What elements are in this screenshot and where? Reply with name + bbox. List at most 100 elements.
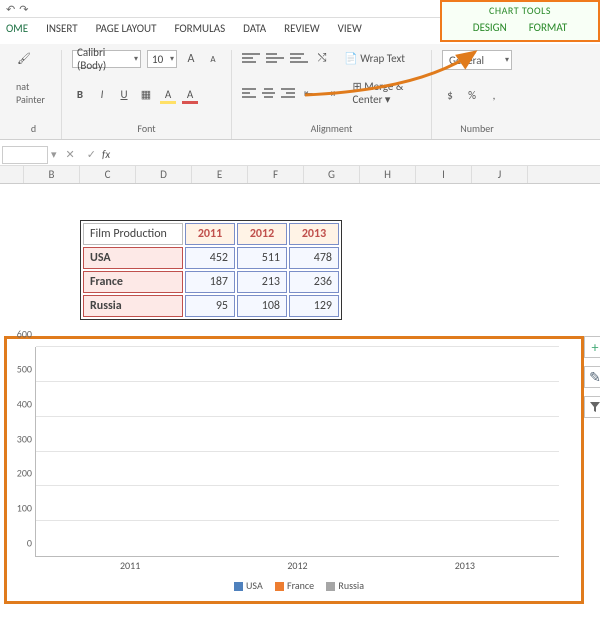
align-middle-icon[interactable] (266, 51, 284, 65)
increase-indent-icon[interactable]: ⇥ (323, 85, 339, 101)
cell-russia-2013[interactable]: 129 (289, 295, 339, 317)
undo-icon[interactable]: ↶ (6, 3, 15, 16)
orientation-icon[interactable]: ⤭ (314, 50, 330, 66)
chart-elements-button[interactable]: + (584, 336, 600, 358)
format-painter-icon[interactable]: 🖌 (16, 50, 32, 66)
table-row: USA 452 511 478 (83, 247, 339, 269)
enter-formula-icon[interactable]: ✓ (81, 148, 102, 161)
ribbon: 🖌 nat Painter d Calibri (Body) 10 A A B … (0, 44, 600, 140)
legend-swatch-russia (326, 582, 335, 591)
font-color-icon[interactable]: A (182, 86, 198, 102)
cancel-formula-icon[interactable]: ✕ (60, 148, 81, 161)
ribbon-tabs: OME INSERT PAGE LAYOUT FORMULAS DATA REV… (0, 22, 362, 35)
number-format-select[interactable]: General (442, 50, 512, 70)
percent-icon[interactable]: % (464, 87, 480, 103)
col-i[interactable]: I (416, 166, 472, 183)
cell-usa-2013[interactable]: 478 (289, 247, 339, 269)
currency-icon[interactable]: $ (442, 87, 458, 103)
fx-icon[interactable]: fx (102, 148, 110, 161)
country-usa[interactable]: USA (83, 247, 183, 269)
col-d[interactable]: D (136, 166, 192, 183)
redo-icon[interactable]: ↷ (19, 3, 28, 16)
italic-button[interactable]: I (94, 86, 110, 102)
name-box-dropdown-icon[interactable]: ▾ (48, 148, 60, 161)
tab-formulas[interactable]: FORMULAS (174, 22, 225, 35)
align-bottom-icon[interactable] (290, 51, 308, 65)
decrease-font-icon[interactable]: A (205, 51, 221, 67)
wrap-text-label: Wrap Text (360, 52, 405, 65)
ytick-200: 200 (8, 467, 32, 480)
legend-france: France (287, 579, 314, 592)
col-g[interactable]: G (304, 166, 360, 183)
align-left-icon[interactable] (242, 86, 256, 100)
format-painter-label: nat Painter (16, 80, 51, 106)
tab-data[interactable]: DATA (243, 22, 266, 35)
country-france[interactable]: France (83, 271, 183, 293)
table-row: Russia 95 108 129 (83, 295, 339, 317)
name-box[interactable] (2, 146, 48, 164)
ytick-400: 400 (8, 397, 32, 410)
font-name-select[interactable]: Calibri (Body) (72, 50, 141, 68)
table-row: France 187 213 236 (83, 271, 339, 293)
chart-styles-button[interactable]: ✎ (584, 366, 600, 388)
cell-russia-2011[interactable]: 95 (185, 295, 235, 317)
col-h[interactable]: H (360, 166, 416, 183)
country-russia[interactable]: Russia (83, 295, 183, 317)
align-center-icon[interactable] (262, 86, 276, 100)
tab-design[interactable]: DESIGN (473, 21, 507, 34)
select-all-cell[interactable] (0, 166, 24, 183)
chart-tools-contextual-tab: CHART TOOLS DESIGN FORMAT (440, 0, 600, 42)
col-f[interactable]: F (248, 166, 304, 183)
tab-view[interactable]: VIEW (338, 22, 362, 35)
cell-france-2011[interactable]: 187 (185, 271, 235, 293)
tab-home[interactable]: OME (6, 22, 28, 35)
increase-font-icon[interactable]: A (183, 51, 199, 67)
underline-button[interactable]: U (116, 86, 132, 102)
cell-france-2013[interactable]: 236 (289, 271, 339, 293)
tab-format[interactable]: FORMAT (529, 21, 567, 34)
legend-russia: Russia (338, 579, 364, 592)
chart-plot-area[interactable]: 100 200 300 400 500 600 0 2011 2012 2013 (35, 347, 559, 557)
cell-france-2012[interactable]: 213 (237, 271, 287, 293)
table-title-cell[interactable]: Film Production (83, 223, 183, 245)
xtick-2012: 2012 (219, 559, 376, 572)
col-j[interactable]: J (472, 166, 528, 183)
bold-button[interactable]: B (72, 86, 88, 102)
tab-insert[interactable]: INSERT (46, 22, 78, 35)
year-2011-header[interactable]: 2011 (185, 223, 235, 245)
chart-tools-title: CHART TOOLS (442, 2, 598, 17)
year-2012-header[interactable]: 2012 (237, 223, 287, 245)
worksheet-grid[interactable]: Film Production 2011 2012 2013 USA 452 5… (0, 184, 600, 336)
merge-center-button[interactable]: ⊞ Merge & Center ▾ (353, 80, 421, 106)
tab-page-layout[interactable]: PAGE LAYOUT (96, 22, 157, 35)
font-size-select[interactable]: 10 (147, 50, 177, 68)
cell-russia-2012[interactable]: 108 (237, 295, 287, 317)
cell-usa-2012[interactable]: 511 (237, 247, 287, 269)
cell-usa-2011[interactable]: 452 (185, 247, 235, 269)
embedded-chart[interactable]: 100 200 300 400 500 600 0 2011 2012 2013… (4, 336, 584, 604)
data-table[interactable]: Film Production 2011 2012 2013 USA 452 5… (80, 220, 342, 320)
tab-review[interactable]: REVIEW (284, 22, 320, 35)
wrap-text-button[interactable]: 📄 Wrap Text (344, 52, 405, 65)
decrease-indent-icon[interactable]: ⇤ (301, 85, 317, 101)
year-2013-header[interactable]: 2013 (289, 223, 339, 245)
col-e[interactable]: E (192, 166, 248, 183)
col-b[interactable]: B (24, 166, 80, 183)
formula-bar: ▾ ✕ ✓ fx (0, 144, 600, 166)
alignment-group-label: Alignment (242, 120, 421, 139)
ytick-500: 500 (8, 362, 32, 375)
align-top-icon[interactable] (242, 51, 260, 65)
comma-icon[interactable]: , (486, 87, 502, 103)
ytick-0: 0 (8, 537, 32, 550)
align-right-icon[interactable] (281, 86, 295, 100)
number-group-label: Number (442, 120, 512, 139)
col-c[interactable]: C (80, 166, 136, 183)
fill-color-icon[interactable]: A (160, 86, 176, 102)
xtick-2013: 2013 (386, 559, 543, 572)
column-headers: B C D E F G H I J (0, 166, 600, 184)
ytick-300: 300 (8, 432, 32, 445)
ytick-600: 600 (8, 328, 32, 341)
legend-swatch-usa (234, 582, 243, 591)
chart-filters-button[interactable] (584, 396, 600, 418)
border-icon[interactable]: ▦ (138, 86, 154, 102)
